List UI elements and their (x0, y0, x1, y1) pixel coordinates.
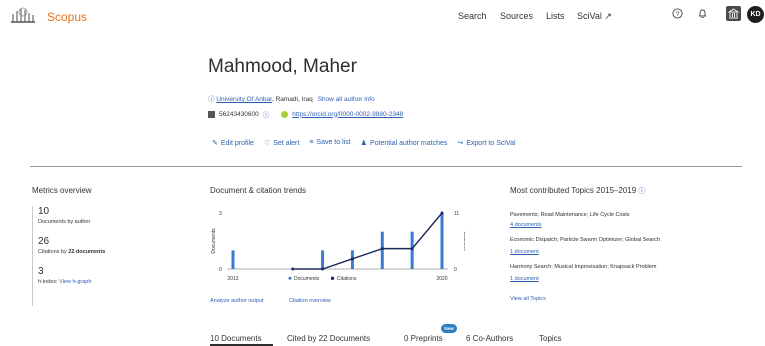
citations-documents-count: 22 documents (68, 249, 106, 255)
bell-icon: ♡ (263, 140, 271, 147)
tab-preprints[interactable]: 0 Preprints (404, 334, 443, 343)
chart-title: Document & citation trends (210, 186, 307, 195)
y-right-axis-label: Citations (462, 231, 465, 251)
id-info-icon[interactable]: ⓘ (263, 109, 270, 119)
citations-label-prefix: Citations by (38, 249, 69, 255)
scopus-author-id: 56243430600 (219, 110, 259, 118)
document-citation-chart: 3 0 Documents 11 0 Citations 2013 2020 Documents… (211, 211, 465, 282)
topics-title: Most contributed Topics 2015–2019 ⓘ (510, 186, 645, 196)
topic-item-2-name: Economic Dispatch; Particle Swarm Optimi… (510, 237, 661, 243)
set-alert-button[interactable]: ♡ Set alert (264, 139, 299, 147)
scopus-brand[interactable]: Scopus (47, 10, 87, 24)
y-right-tick-label: 11 (454, 211, 459, 217)
affiliation-location: , Ramadi, Iraq (271, 96, 313, 103)
institution-icon[interactable] (726, 6, 741, 21)
tab-co-authors[interactable]: 6 Co-Authors (466, 334, 513, 343)
export-to-scival-button[interactable]: ↪ Export to SciVal (457, 139, 515, 147)
affiliation-link[interactable]: University Of Anbar (216, 96, 272, 103)
topic-item-3-name: Harmony Search; Musical Improvisation; K… (510, 264, 657, 270)
set-alert-label: Set alert (273, 140, 300, 147)
nav-lists[interactable]: Lists (546, 11, 565, 21)
orcid-link[interactable]: https://orcid.org/0000-0002-9880-2348 (292, 111, 403, 118)
topic-item-1-count[interactable]: 4 documents (510, 222, 542, 228)
citations-point (410, 247, 414, 251)
list-icon: ≡ (309, 139, 314, 146)
save-to-list-button[interactable]: ≡ Save to list (309, 139, 350, 147)
citations-count: 26 (38, 236, 50, 247)
tab-topics[interactable]: Topics (539, 334, 562, 343)
documents-bar (321, 250, 325, 269)
tab-documents[interactable]: 10 Documents (210, 334, 262, 343)
new-badge: New (441, 324, 457, 333)
analyze-author-output-link[interactable]: Analyze author output (210, 298, 264, 304)
y-left-tick-label: 0 (219, 267, 222, 273)
legend-citations-label: Citations (337, 276, 357, 282)
documents-count: 10 (38, 206, 50, 217)
nav-search[interactable]: Search (458, 11, 487, 21)
citations-point (380, 247, 384, 251)
legend-documents-label: Documents (294, 276, 320, 282)
author-actions: ✎ Edit profile ♡ Set alert ≡ Save to list ♟… (212, 139, 516, 147)
author-ids-row: 56243430600 ⓘ https://orcid.org/0000-000… (208, 109, 403, 119)
documents-bar (231, 250, 235, 269)
x-tick-label: 2020 (436, 276, 447, 282)
y-right-tick-label: 0 (454, 267, 457, 273)
citations-line (292, 212, 443, 270)
h-index-value: 3 (38, 266, 44, 277)
citations-point (350, 257, 354, 261)
nav-sources[interactable]: Sources (500, 11, 533, 21)
nav-scival[interactable]: SciVal ↗ (577, 11, 612, 22)
view-all-topics-link[interactable]: View all Topics (510, 296, 546, 302)
scopus-id-icon (208, 110, 215, 118)
metrics-overview-panel: 10 Documents by author 26 Citations by 2… (32, 206, 178, 306)
documents-label: Documents by author (38, 219, 91, 225)
potential-author-matches-label: Potential author matches (369, 140, 448, 147)
citations-point (440, 211, 444, 215)
h-index-row: h-index: View h-graph (38, 279, 178, 285)
export-icon: ↪ (457, 140, 464, 147)
edit-profile-label: Edit profile (220, 140, 254, 147)
info-icon: ⓘ (208, 96, 215, 103)
topic-item-2-count[interactable]: 1 document (510, 249, 539, 255)
help-icon[interactable]: ? (672, 8, 683, 19)
export-to-scival-label: Export to SciVal (466, 140, 516, 147)
documents-bar (440, 213, 444, 269)
section-divider (30, 166, 742, 167)
author-name: Mahmood, Maher (208, 56, 357, 77)
elsevier-logo-icon (9, 6, 37, 24)
user-avatar[interactable]: KD (747, 6, 764, 23)
y-left-tick-label: 3 (219, 211, 222, 217)
topic-item-1-name: Pavements; Road Maintenance; Life Cycle … (510, 212, 630, 218)
topics-info-icon[interactable]: ⓘ (638, 188, 645, 195)
citations-point (321, 267, 325, 271)
citation-overview-link[interactable]: Citation overview (289, 298, 331, 304)
edit-profile-button[interactable]: ✎ Edit profile (212, 139, 254, 147)
orcid-icon (281, 110, 289, 118)
potential-author-matches-button[interactable]: ♟ Potential author matches (361, 139, 448, 147)
x-tick-label: 2013 (227, 276, 238, 282)
legend-documents-swatch (288, 276, 292, 280)
show-all-author-info-link[interactable]: Show all author info (318, 96, 375, 103)
y-left-axis-label: Documents (211, 228, 217, 254)
view-h-graph-link[interactable]: View h-graph (59, 279, 91, 285)
people-icon: ♟ (360, 140, 367, 147)
h-index-label: h-index: (38, 279, 58, 285)
bell-icon[interactable] (697, 8, 708, 19)
svg-text:?: ? (676, 11, 680, 18)
save-to-list-label: Save to list (316, 139, 351, 146)
metrics-overview-title: Metrics overview (32, 186, 92, 195)
documents-bar (380, 231, 384, 269)
pencil-icon: ✎ (212, 140, 218, 147)
tab-cited-by[interactable]: Cited by 22 Documents (287, 334, 370, 343)
legend-citations-swatch (331, 276, 334, 280)
documents-bar (410, 231, 414, 269)
affiliation-row: ⓘ University Of Anbar, Ramadi, Iraq Show… (208, 93, 375, 103)
citations-label: Citations by 22 documents (38, 249, 178, 255)
topic-item-3-count[interactable]: 1 document (510, 276, 539, 282)
topics-title-text: Most contributed Topics 2015–2019 (510, 186, 637, 195)
citations-point (291, 267, 295, 271)
